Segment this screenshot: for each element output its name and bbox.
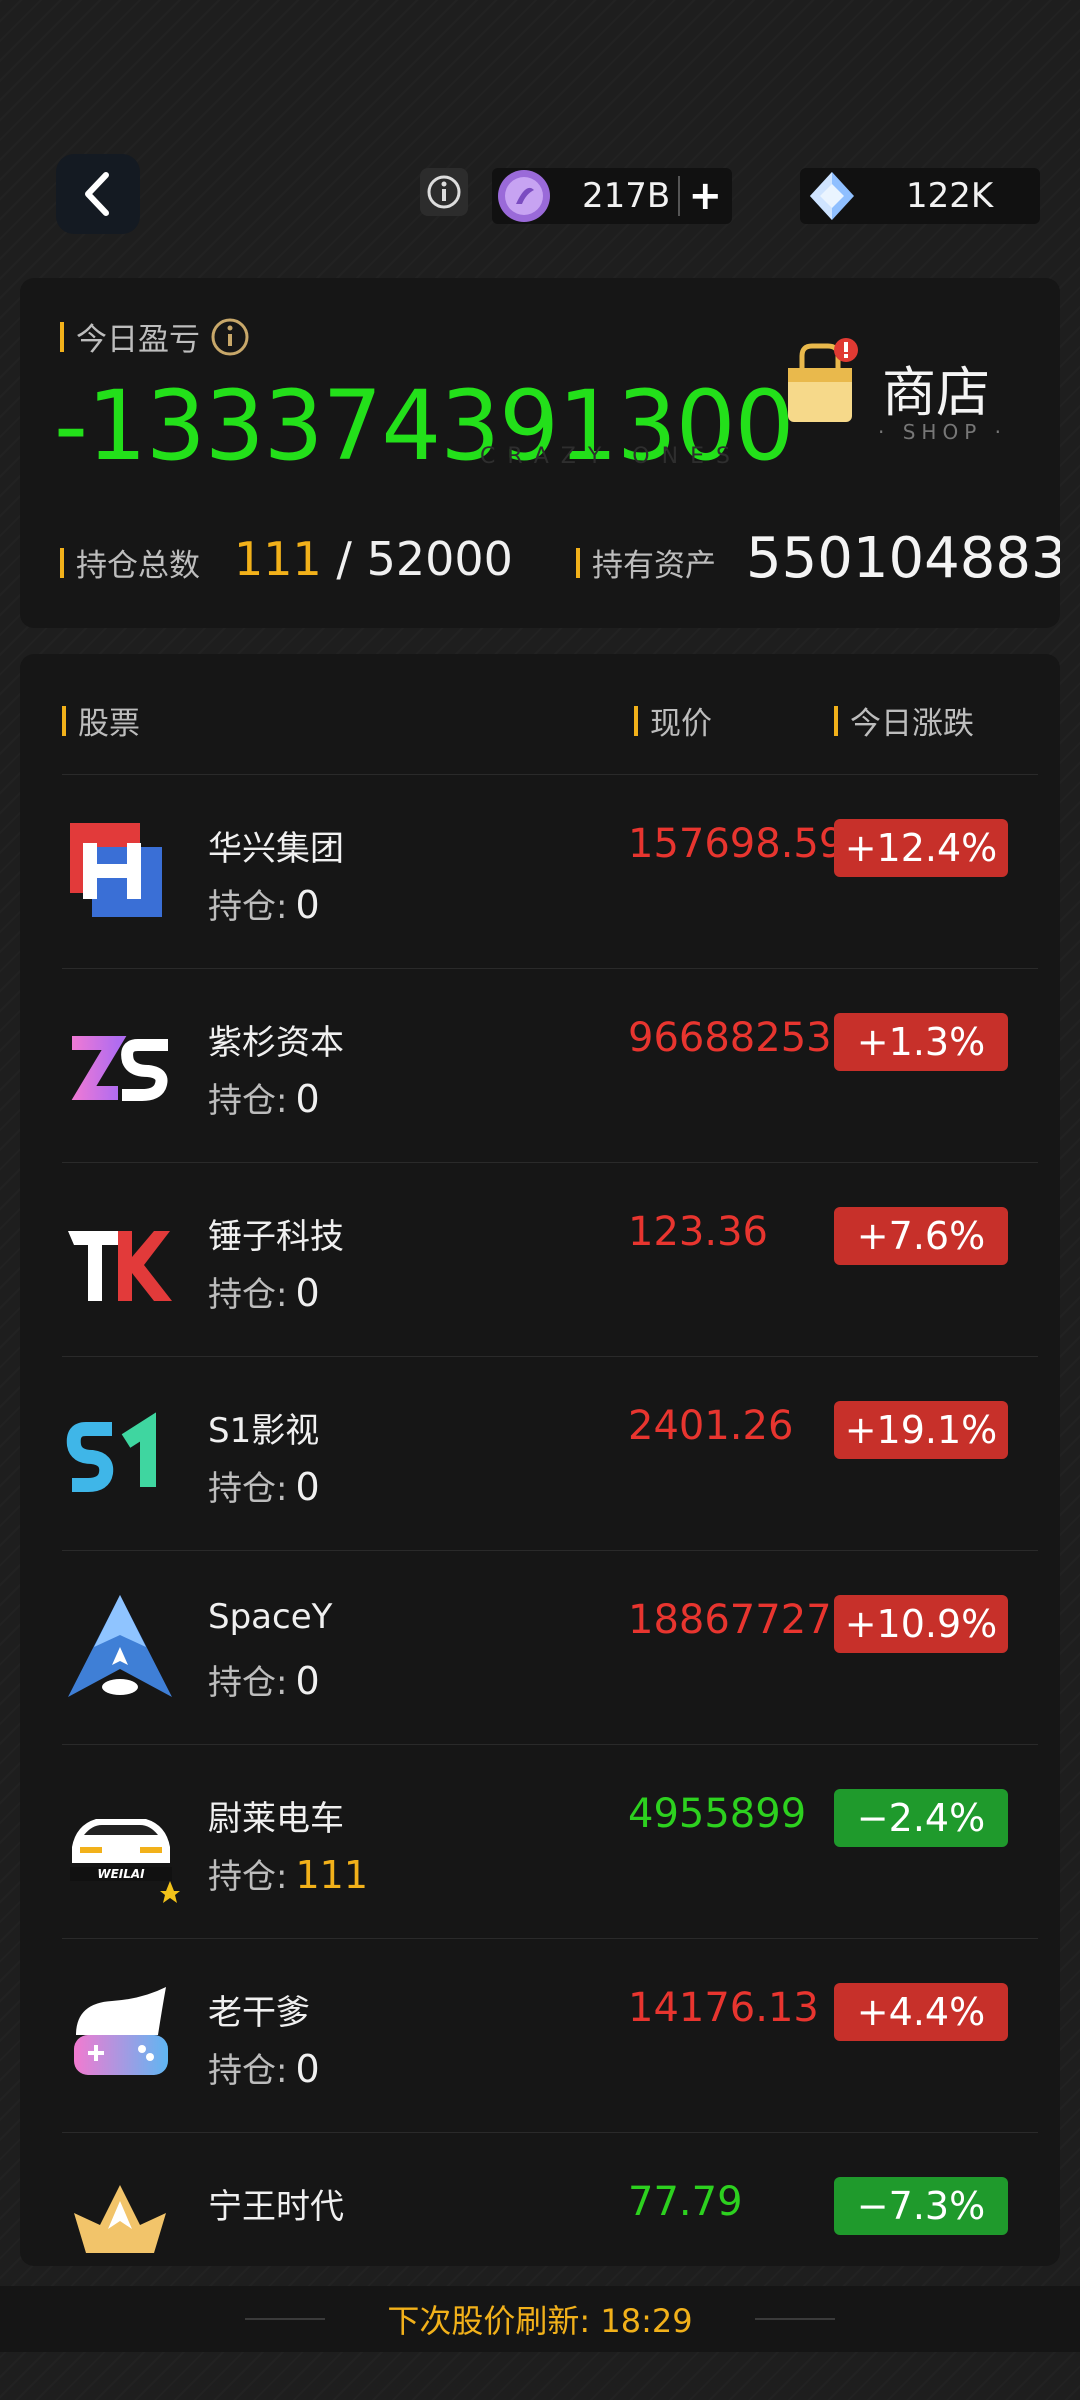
total-holdings-value: 111 / 52000 bbox=[234, 532, 513, 586]
stock-price: 123.36 bbox=[628, 1209, 768, 1255]
stock-holding: 持仓: 0 bbox=[208, 1077, 320, 1121]
top-bar: 217B + 122K bbox=[0, 0, 1080, 270]
stock-row[interactable]: 锤子科技 持仓: 0 123.36 +7.6% bbox=[62, 1162, 1038, 1357]
stock-row[interactable]: 老干爹 持仓: 0 14176.13 +4.4% bbox=[62, 1938, 1038, 2133]
stock-change-badge: +12.4% bbox=[834, 819, 1008, 877]
column-header-change: 今日涨跌 bbox=[834, 698, 974, 743]
back-button[interactable] bbox=[56, 154, 140, 234]
crown-logo-icon bbox=[74, 2185, 166, 2253]
stock-row[interactable]: WEILAI 尉莱电车 持仓: 111 4955899 −2.4% bbox=[62, 1744, 1038, 1939]
stock-change-badge: +4.4% bbox=[834, 1983, 1008, 2041]
stock-price: 18867727 bbox=[628, 1597, 832, 1643]
s1-logo-icon bbox=[66, 1412, 156, 1492]
column-header-stock: 股票 bbox=[62, 698, 140, 743]
shop-button[interactable]: 商店 · SHOP · bbox=[760, 318, 1060, 444]
add-coins-button[interactable]: + bbox=[678, 176, 722, 216]
stock-row[interactable]: 紫杉资本 持仓: 0 96688253 +1.3% bbox=[62, 968, 1038, 1163]
stock-price: 14176.13 bbox=[628, 1985, 819, 2031]
stock-holding: 持仓: 0 bbox=[208, 1271, 320, 1315]
shopping-bag-icon bbox=[788, 338, 858, 422]
stock-holding: 持仓: 0 bbox=[208, 883, 320, 927]
divider-left bbox=[245, 2318, 326, 2320]
stock-name: S1影视 bbox=[208, 1411, 320, 1451]
hammer-logo-icon bbox=[68, 1231, 172, 1301]
stock-name: 老干爹 bbox=[208, 1993, 310, 2033]
coin-icon bbox=[498, 170, 550, 222]
assets-value: 55010488316( bbox=[746, 526, 1060, 591]
stock-price: 77.79 bbox=[628, 2179, 743, 2225]
stock-holding: 持仓: 0 bbox=[208, 1465, 320, 1509]
stock-price: 2401.26 bbox=[628, 1403, 794, 1449]
stock-list: 股票 现价 今日涨跌 华兴集团 持仓: 0 157698.59 +12.4% 紫杉… bbox=[20, 654, 1060, 2266]
coin-value: 217B bbox=[582, 176, 671, 216]
next-refresh-text: 下次股价刷新: 18:29 bbox=[387, 2302, 693, 2340]
gem-value: 122K bbox=[906, 176, 994, 216]
stock-name: SpaceY bbox=[208, 1597, 333, 1637]
summary-card: 今日盈亏 -133374391300 商店 · SHOP · CRAZY ONE… bbox=[20, 278, 1060, 628]
huaxing-logo-icon bbox=[70, 823, 162, 917]
info-icon[interactable] bbox=[210, 317, 250, 357]
stock-change-badge: −2.4% bbox=[834, 1789, 1008, 1847]
stock-row[interactable]: 华兴集团 持仓: 0 157698.59 +12.4% bbox=[62, 774, 1038, 969]
stock-change-badge: +1.3% bbox=[834, 1013, 1008, 1071]
shop-title: 商店 bbox=[882, 361, 990, 424]
stock-price: 157698.59 bbox=[628, 821, 840, 867]
assets-label: 持有资产 bbox=[576, 540, 716, 585]
chevron-left-icon bbox=[85, 172, 109, 216]
column-header-price: 现价 bbox=[634, 698, 712, 743]
today-pl-label: 今日盈亏 bbox=[60, 314, 250, 359]
divider-right bbox=[754, 2318, 835, 2320]
stock-price: 96688253 bbox=[628, 1015, 832, 1061]
refresh-footer: 下次股价刷新: 18:29 bbox=[0, 2286, 1080, 2352]
game-controller-logo-icon bbox=[74, 1987, 168, 2075]
info-button[interactable] bbox=[420, 168, 468, 216]
svg-text:WEILAI: WEILAI bbox=[97, 1867, 145, 1881]
gem-balance: 122K bbox=[800, 168, 1040, 224]
shop-watermark: CRAZY ONES bbox=[480, 444, 742, 469]
stock-row[interactable]: SpaceY 持仓: 0 18867727 +10.9% bbox=[62, 1550, 1038, 1745]
stock-name: 锤子科技 bbox=[208, 1217, 344, 1257]
car-logo-icon: WEILAI bbox=[70, 1819, 180, 1903]
stock-change-badge: +7.6% bbox=[834, 1207, 1008, 1265]
stock-row[interactable]: 宁王时代 77.79 −7.3% bbox=[62, 2132, 1038, 2266]
stock-name: 华兴集团 bbox=[208, 829, 344, 869]
stock-change-badge: +10.9% bbox=[834, 1595, 1008, 1653]
rocket-logo-icon bbox=[68, 1595, 172, 1697]
stock-name: 尉莱电车 bbox=[208, 1799, 344, 1839]
stock-name: 宁王时代 bbox=[208, 2187, 344, 2227]
stock-name: 紫杉资本 bbox=[208, 1023, 344, 1063]
total-holdings-label: 持仓总数 bbox=[60, 540, 200, 585]
info-icon bbox=[427, 175, 461, 209]
coin-balance: 217B + bbox=[492, 168, 732, 224]
stock-holding: 持仓: 111 bbox=[208, 1853, 368, 1897]
stock-change-badge: −7.3% bbox=[834, 2177, 1008, 2235]
stock-holding: 持仓: 0 bbox=[208, 1659, 320, 1703]
shop-subtitle: · SHOP · bbox=[878, 420, 1007, 444]
zs-logo-icon bbox=[71, 1036, 168, 1101]
diamond-icon bbox=[810, 172, 854, 220]
stock-price: 4955899 bbox=[628, 1791, 807, 1837]
stock-holding: 持仓: 0 bbox=[208, 2047, 320, 2091]
stock-row[interactable]: S1影视 持仓: 0 2401.26 +19.1% bbox=[62, 1356, 1038, 1551]
stock-change-badge: +19.1% bbox=[834, 1401, 1008, 1459]
